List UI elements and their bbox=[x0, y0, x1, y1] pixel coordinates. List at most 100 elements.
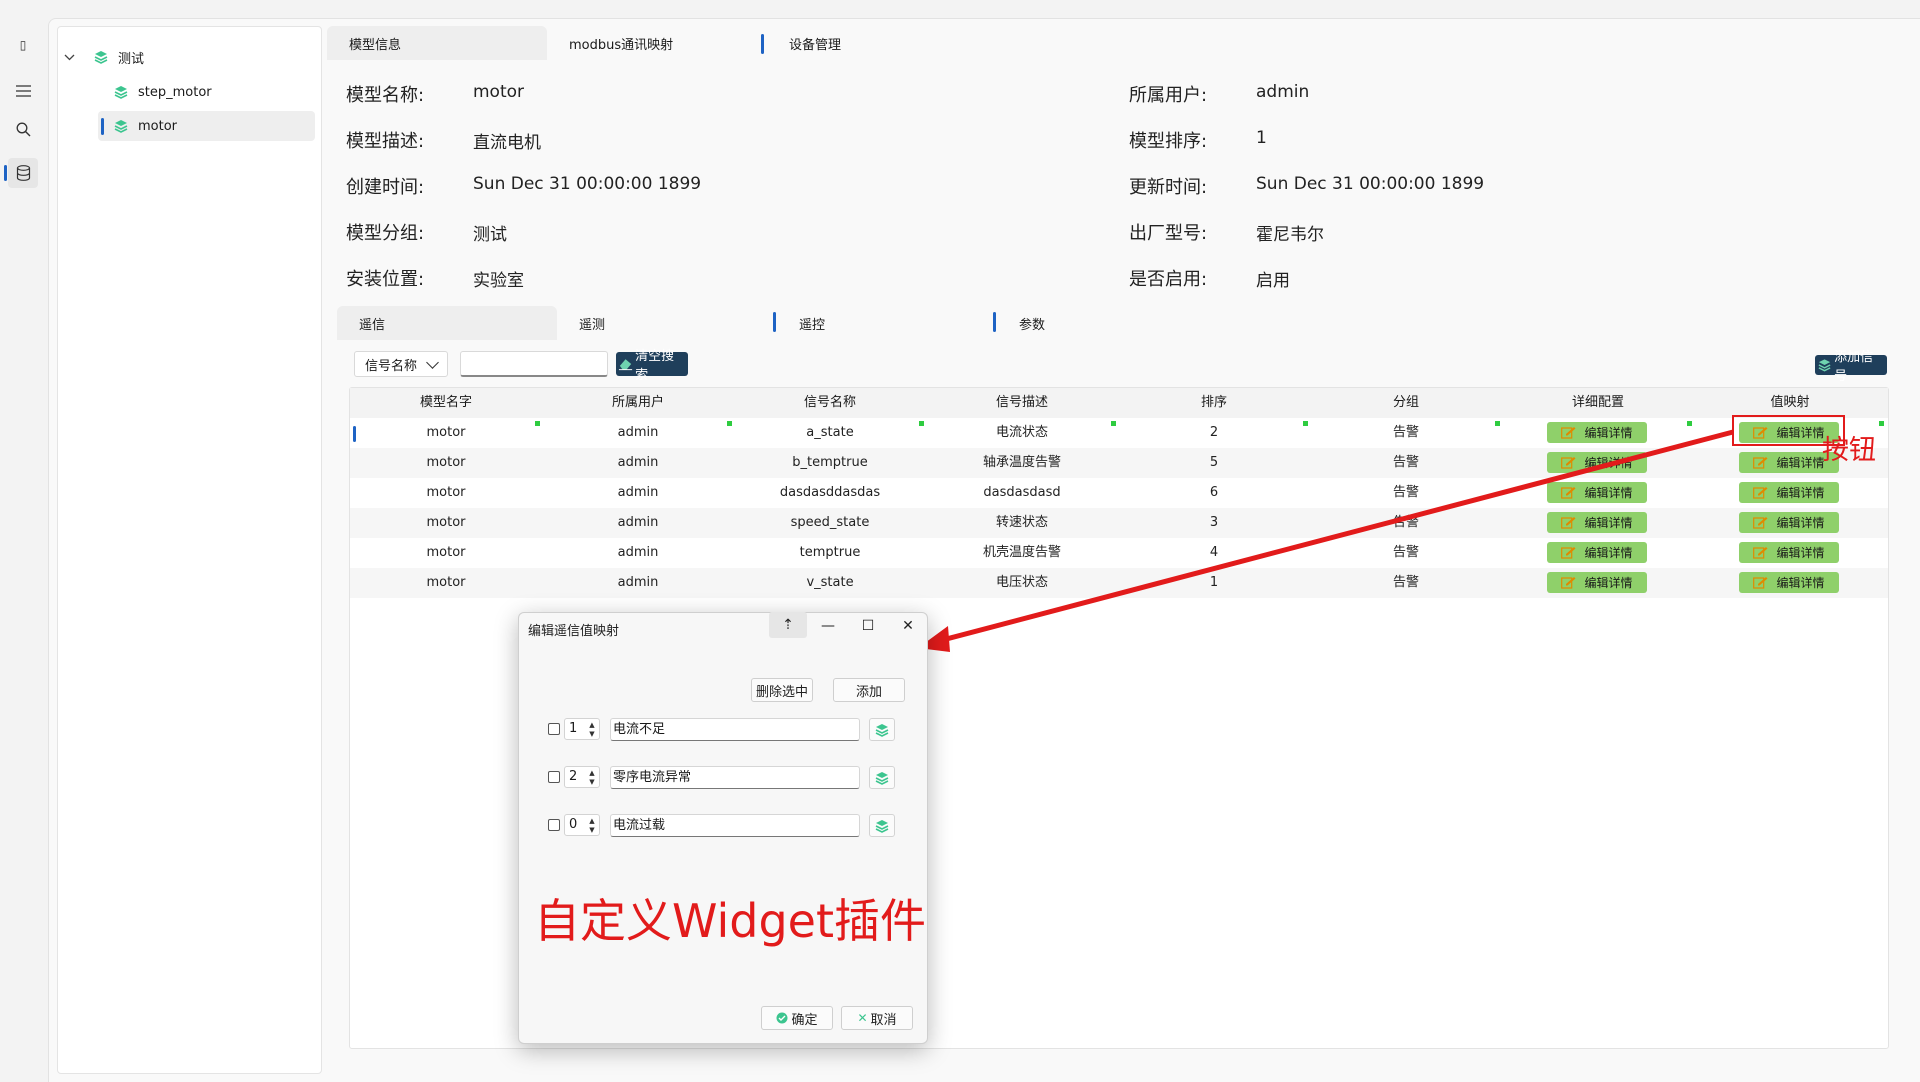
edit-detail-button[interactable]: 编辑详情 bbox=[1547, 452, 1647, 473]
edit-icon bbox=[1753, 517, 1768, 529]
edit-detail-button[interactable]: 编辑详情 bbox=[1547, 542, 1647, 563]
layers-button[interactable] bbox=[869, 718, 895, 741]
subtab-remote-measure[interactable]: 遥测 bbox=[557, 306, 777, 340]
subtab-remote-control[interactable]: 遥控 bbox=[777, 306, 997, 340]
column-header[interactable]: 值映射 bbox=[1694, 388, 1886, 418]
ok-button[interactable]: 确定 bbox=[761, 1006, 833, 1030]
table-cell: motor bbox=[426, 545, 466, 560]
tree-item-motor[interactable]: motor bbox=[98, 111, 315, 141]
search-icon[interactable] bbox=[8, 114, 38, 144]
item-checkbox[interactable] bbox=[548, 723, 560, 735]
spin-up-icon[interactable]: ▲ bbox=[587, 721, 597, 729]
table-cell: admin bbox=[617, 545, 659, 560]
layers-button[interactable] bbox=[869, 814, 895, 837]
column-header[interactable]: 分组 bbox=[1310, 388, 1502, 418]
table-row[interactable]: motor admin speed_state 转速状态 3 告警 编辑详情 编辑详情 bbox=[350, 508, 1888, 538]
button-label: 添加信号 bbox=[1834, 350, 1874, 384]
mapping-text-field[interactable]: 电流过载 bbox=[610, 814, 860, 837]
delete-selected-button[interactable]: 删除选中 bbox=[751, 678, 813, 702]
install-location-value: 实验室 bbox=[473, 271, 524, 291]
layers-icon bbox=[114, 86, 128, 99]
value-spinbox[interactable]: 1 ▲ ▼ bbox=[564, 718, 600, 740]
subtab-label: 参数 bbox=[1019, 317, 1046, 333]
column-header[interactable]: 信号名称 bbox=[734, 388, 926, 418]
layers-icon bbox=[875, 819, 889, 833]
clear-search-button[interactable]: 清空搜索 bbox=[616, 349, 688, 383]
table-row[interactable]: motor admin v_state 电压状态 1 告警 编辑详情 编辑详情 bbox=[350, 568, 1888, 598]
mapping-text-field[interactable]: 零序电流异常 bbox=[610, 766, 860, 789]
item-checkbox[interactable] bbox=[548, 771, 560, 783]
edit-value-mapping-button[interactable]: 编辑详情 bbox=[1739, 572, 1839, 593]
search-input[interactable] bbox=[460, 351, 608, 377]
chevron-down-icon[interactable] bbox=[64, 51, 78, 64]
subtab-remote-signal[interactable]: 遥信 bbox=[337, 306, 557, 340]
tab-device-management[interactable]: 设备管理 bbox=[767, 26, 987, 60]
eraser-icon bbox=[618, 359, 633, 371]
table-cell: 告警 bbox=[1392, 425, 1419, 440]
edit-detail-button[interactable]: 编辑详情 bbox=[1547, 512, 1647, 533]
table-row[interactable]: motor admin dasdasddasdas dasdasdasd 6 告警 编辑详情… bbox=[350, 478, 1888, 508]
table-cell: speed_state bbox=[790, 515, 870, 530]
close-icon[interactable]: ✕ bbox=[889, 613, 927, 639]
column-header[interactable]: 模型名字 bbox=[350, 388, 542, 418]
column-header[interactable]: 详细配置 bbox=[1502, 388, 1694, 418]
spin-down-icon[interactable]: ▼ bbox=[587, 826, 597, 834]
column-header[interactable]: 排序 bbox=[1118, 388, 1310, 418]
button-label: 编辑详情 bbox=[1776, 546, 1825, 560]
tab-model-info[interactable]: 模型信息 bbox=[327, 26, 547, 60]
edit-detail-button[interactable]: 编辑详情 bbox=[1547, 572, 1647, 593]
minimize-icon[interactable]: — bbox=[809, 613, 847, 639]
edit-icon bbox=[1561, 547, 1576, 559]
tab-separator bbox=[773, 312, 776, 332]
custom-widget-overlay-text: 自定义Widget插件 bbox=[534, 894, 926, 948]
column-header[interactable]: 所属用户 bbox=[542, 388, 734, 418]
column-header[interactable]: 信号描述 bbox=[926, 388, 1118, 418]
menu-icon[interactable] bbox=[8, 76, 38, 106]
spin-value: 0 bbox=[569, 817, 578, 832]
mapping-text-field[interactable]: 电流不足 bbox=[610, 718, 860, 741]
model-name-value: motor bbox=[473, 82, 525, 102]
tree-item-root[interactable]: 测试 bbox=[64, 42, 314, 72]
maximize-icon[interactable]: ☐ bbox=[849, 613, 887, 639]
table-row[interactable]: motor admin b_temptrue 轴承温度告警 5 告警 编辑详情 编辑详情 bbox=[350, 448, 1888, 478]
tree-item-label: 测试 bbox=[118, 51, 145, 67]
item-checkbox[interactable] bbox=[548, 819, 560, 831]
value-spinbox[interactable]: 2 ▲ ▼ bbox=[564, 766, 600, 788]
edit-value-mapping-button[interactable]: 编辑详情 bbox=[1739, 512, 1839, 533]
table-cell: admin bbox=[617, 425, 659, 440]
enabled-label: 是否启用: bbox=[1129, 269, 1208, 290]
signal-field-select[interactable]: 信号名称 bbox=[354, 351, 448, 377]
layers-button[interactable] bbox=[869, 766, 895, 789]
table-cell: 3 bbox=[1209, 515, 1219, 530]
edit-value-mapping-button[interactable]: 编辑详情 bbox=[1739, 542, 1839, 563]
add-button[interactable]: 添加 bbox=[833, 678, 905, 702]
spin-up-icon[interactable]: ▲ bbox=[587, 817, 597, 825]
button-label: 编辑详情 bbox=[1776, 456, 1825, 470]
spin-down-icon[interactable]: ▼ bbox=[587, 778, 597, 786]
table-cell: temptrue bbox=[799, 545, 861, 560]
add-signal-button[interactable]: 添加信号 bbox=[1815, 350, 1887, 384]
pin-icon[interactable]: ⇡ bbox=[769, 612, 807, 638]
database-icon[interactable] bbox=[4, 158, 38, 188]
app-icon: ▯ bbox=[19, 38, 27, 52]
edit-detail-button[interactable]: 编辑详情 bbox=[1547, 482, 1647, 503]
update-time-label: 更新时间: bbox=[1129, 177, 1208, 198]
edit-value-mapping-button[interactable]: 编辑详情 bbox=[1739, 482, 1839, 503]
cancel-button[interactable]: ✕ 取消 bbox=[841, 1006, 913, 1030]
subtab-parameters[interactable]: 参数 bbox=[997, 306, 1217, 340]
spin-down-icon[interactable]: ▼ bbox=[587, 730, 597, 738]
status-dot bbox=[1687, 421, 1692, 426]
tab-modbus-mapping[interactable]: modbus通讯映射 bbox=[547, 26, 767, 60]
edit-detail-button[interactable]: 编辑详情 bbox=[1547, 422, 1647, 443]
spin-up-icon[interactable]: ▲ bbox=[587, 769, 597, 777]
table-cell: 转速状态 bbox=[995, 515, 1048, 530]
button-label: 取消 bbox=[870, 1012, 897, 1028]
factory-model-label: 出厂型号: bbox=[1129, 223, 1208, 244]
table-row[interactable]: motor admin temptrue 机壳温度告警 4 告警 编辑详情 编辑详情 bbox=[350, 538, 1888, 568]
table-cell: dasdasdasd bbox=[983, 485, 1061, 500]
model-tree: 测试 step_motor motor bbox=[57, 26, 322, 1074]
tree-item-step-motor[interactable]: step_motor bbox=[114, 77, 314, 107]
edit-icon bbox=[1753, 547, 1768, 559]
table-row[interactable]: motor admin a_state 电流状态 2 告警 编辑详情 编辑详情 bbox=[350, 418, 1888, 448]
value-spinbox[interactable]: 0 ▲ ▼ bbox=[564, 814, 600, 836]
